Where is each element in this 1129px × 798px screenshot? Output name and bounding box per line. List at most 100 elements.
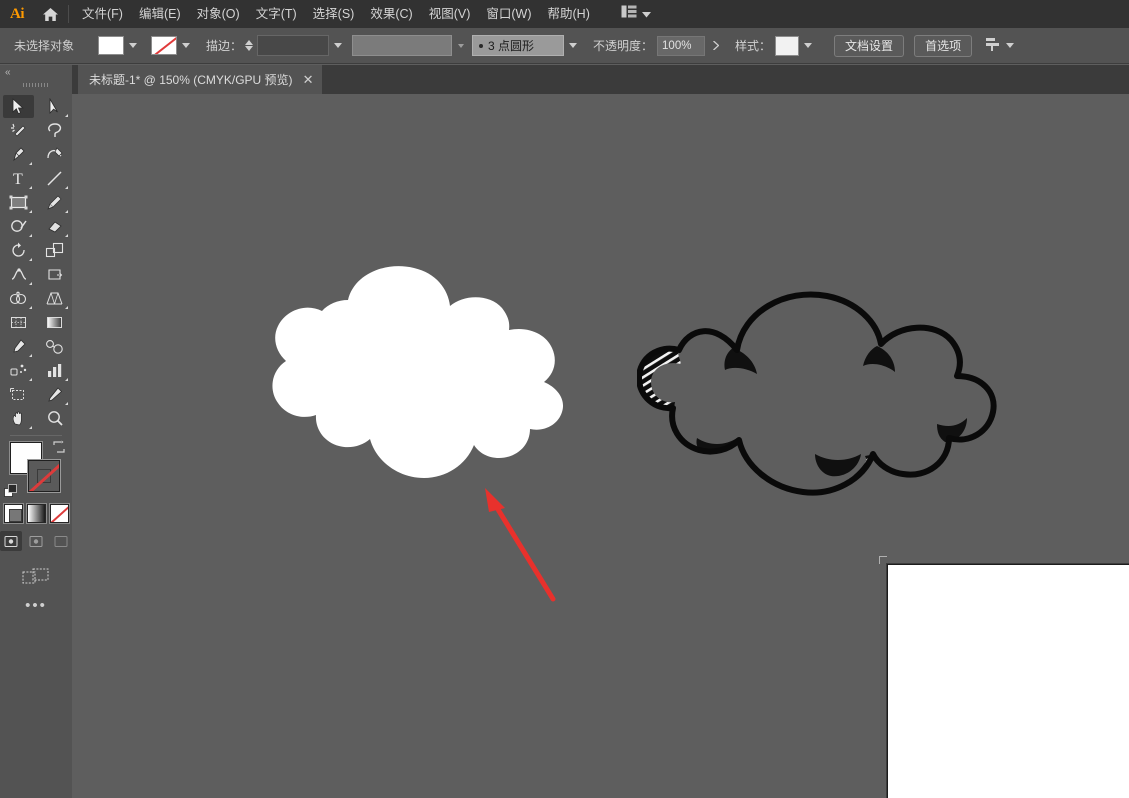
fill-chevron-down-icon[interactable] [129,43,137,48]
flyout-indicator-icon [29,234,32,237]
graphic-style-control[interactable]: 样式： [735,35,813,56]
double-chevron-left-icon[interactable]: « [0,65,72,79]
sketch-cloud-shape[interactable] [637,264,997,524]
tool-column-graph-tool[interactable] [39,359,70,382]
swap-fill-stroke-icon[interactable] [52,440,66,454]
menu-item-file[interactable]: 文件(F) [74,2,131,26]
tool-curvature-tool[interactable] [39,143,70,166]
more-options-icon[interactable]: ••• [0,598,72,613]
stroke-chevron-down-icon[interactable] [182,43,190,48]
document-tab[interactable]: 未标题-1* @ 150% (CMYK/GPU 预览) ✕ [78,65,324,94]
tool-lasso-tool[interactable] [39,119,70,142]
preferences-button[interactable]: 首选项 [914,34,973,57]
tool-shape-builder-tool[interactable] [3,287,34,310]
menu-item-help[interactable]: 帮助(H) [540,2,598,26]
white-cloud-shape[interactable] [250,260,580,490]
control-options-bar: 未选择对象 描边： 3 点圆形 不透明度： 100% 样式： 文档设置 首选项 [0,28,1129,64]
menu-item-select[interactable]: 选择(S) [305,2,363,26]
tool-perspective-grid-tool[interactable] [39,287,70,310]
color-mode-flat-button[interactable] [3,504,23,523]
tool-selection-tool[interactable] [3,95,34,118]
opacity-label: 不透明度： [593,39,654,53]
brush-definition-field[interactable]: 3 点圆形 [472,35,565,56]
stroke-weight-control[interactable]: 描边： [206,35,343,56]
stroke-color-indicator[interactable] [28,460,60,492]
tool-shaper-tool[interactable] [3,215,34,238]
stroke-weight-input[interactable] [257,35,330,56]
screen-mode-full-button[interactable] [50,531,72,551]
tool-pen-tool[interactable] [3,143,34,166]
align-chevron-down-icon[interactable] [1006,43,1015,48]
flyout-indicator-icon [65,210,68,213]
color-mode-none-button[interactable] [49,504,69,523]
menu-item-window[interactable]: 窗口(W) [478,2,539,26]
menu-item-effect[interactable]: 效果(C) [362,2,420,26]
menu-item-view[interactable]: 视图(V) [421,2,479,26]
stroke-weight-chevron-down-icon[interactable] [334,43,343,48]
tool-blend-tool[interactable] [39,335,70,358]
fill-stroke-indicator [0,440,72,502]
chevron-down-icon [641,5,651,23]
tool-hand-tool[interactable] [3,407,34,430]
tool-type-tool[interactable]: T [3,167,34,190]
tool-eyedropper-tool[interactable] [3,335,34,358]
stepper-up-icon[interactable] [245,40,254,45]
tool-zoom-tool[interactable] [39,407,70,430]
canvas-area[interactable] [72,94,1129,798]
toolbar-divider [10,435,62,436]
tool-artboard-tool[interactable] [3,383,34,406]
tool-gradient-tool[interactable] [39,311,70,334]
document-setup-button[interactable]: 文档设置 [834,34,905,57]
artboard-1[interactable] [879,556,1129,798]
screen-mode-normal-button[interactable] [0,531,22,551]
color-mode-buttons [0,504,72,523]
flyout-indicator-icon [29,378,32,381]
menu-item-type[interactable]: 文字(T) [248,2,305,26]
default-fill-stroke-icon[interactable] [4,484,18,498]
color-mode-gradient-button[interactable] [26,504,46,523]
flyout-indicator-icon [65,114,68,117]
brush-definition-control[interactable]: 3 点圆形 [464,35,578,56]
close-icon[interactable]: ✕ [303,73,314,86]
screen-mode-fullmenu-button[interactable] [25,531,47,551]
tool-magic-wand-tool[interactable] [3,119,34,142]
tool-rectangle-tool[interactable] [3,191,34,214]
graphic-style-chevron-down-icon[interactable] [804,43,813,48]
cloud-hatch-shading [639,348,955,493]
variable-width-field[interactable] [352,35,453,56]
tool-width-tool[interactable] [3,263,34,286]
tool-eraser-tool[interactable] [39,215,70,238]
graphic-style-swatch[interactable] [775,35,800,56]
opacity-input[interactable]: 100% [657,35,706,56]
drag-grip-icon[interactable] [0,79,72,91]
flyout-indicator-icon [29,210,32,213]
menu-item-object[interactable]: 对象(O) [189,2,248,26]
edit-toolbar-button[interactable] [0,567,72,587]
stroke-weight-stepper[interactable] [245,40,254,51]
opacity-chevron-right-icon[interactable] [713,39,720,53]
tool-mesh-tool[interactable] [3,311,34,334]
tool-rotate-tool[interactable] [3,239,34,262]
stroke-swatch-none[interactable] [151,36,177,55]
tool-slice-tool[interactable] [39,383,70,406]
workspace-switcher[interactable] [616,2,656,26]
tool-free-transform-tool[interactable] [39,263,70,286]
tool-paintbrush-tool[interactable] [39,191,70,214]
stepper-down-icon[interactable] [245,46,254,51]
opacity-control[interactable]: 不透明度： 100% [593,35,720,56]
tool-line-segment-tool[interactable] [39,167,70,190]
menu-item-edit[interactable]: 编辑(E) [131,2,189,26]
fill-control[interactable] [98,36,137,55]
fill-swatch[interactable] [98,36,124,55]
tool-scale-tool[interactable] [39,239,70,262]
stroke-color-control[interactable] [151,36,190,55]
variable-width-profile-control[interactable] [342,35,465,56]
brush-chevron-down-icon[interactable] [569,43,578,48]
tool-direct-selection-tool[interactable] [39,95,70,118]
align-menu-control[interactable] [986,37,1015,54]
variable-width-chevron-down-icon[interactable] [458,43,465,48]
red-arrow-annotation [485,488,556,602]
home-icon[interactable] [34,0,66,28]
flyout-indicator-icon [29,354,32,357]
tool-symbol-sprayer-tool[interactable] [3,359,34,382]
